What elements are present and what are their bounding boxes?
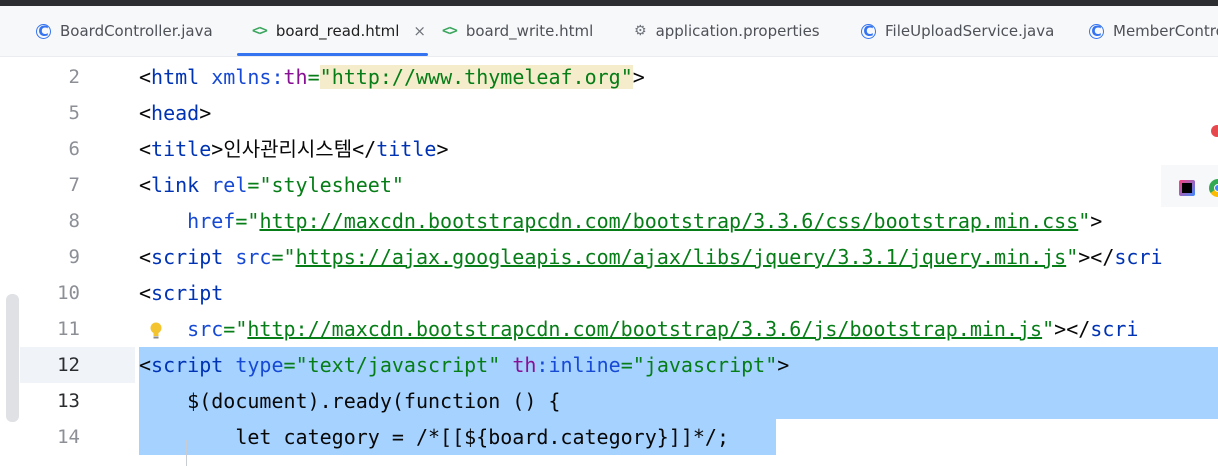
editor-tab-bar: C BoardController.java <> board_read.htm…	[0, 6, 1218, 57]
tab-label: FileUploadService.java	[885, 22, 1055, 40]
line-number: 13	[57, 390, 80, 412]
tab-label: board_read.html	[275, 22, 400, 40]
code-line-selected[interactable]: 14 let category = /*[[${board.category}]…	[0, 419, 1218, 455]
html-icon: <>	[252, 23, 268, 39]
code-text: let category = /*[[${board.category}]]*/…	[139, 425, 730, 449]
tab-label: board_write.html	[465, 22, 594, 40]
code-text: <title>인사관리시스템</title>	[139, 137, 449, 161]
indent-guide	[186, 440, 187, 466]
intellij-icon[interactable]	[1179, 180, 1195, 196]
tab-member-controller[interactable]: C MemberContro	[1089, 6, 1218, 56]
code-text: <html xmlns:th="http://www.thymeleaf.org…	[139, 65, 645, 89]
tab-label: application.properties	[655, 22, 820, 40]
line-number: 9	[68, 246, 80, 268]
line-number: 6	[68, 138, 80, 160]
java-class-icon: C	[861, 23, 876, 39]
chrome-icon[interactable]	[1209, 179, 1218, 197]
tab-board-read[interactable]: <> board_read.html ×	[252, 6, 426, 56]
code-line[interactable]: 11 src="http://maxcdn.bootstrapcdn.com/b…	[0, 311, 1218, 347]
code-line[interactable]: 9 <script src="https://ajax.googleapis.c…	[0, 239, 1218, 275]
code-text: <head>	[139, 101, 212, 125]
java-class-icon: C	[36, 23, 51, 39]
html-icon: <>	[442, 23, 458, 39]
code-line[interactable]: 8 href="http://maxcdn.bootstrapcdn.com/b…	[0, 203, 1218, 239]
line-number: 5	[68, 102, 80, 124]
line-number: 8	[68, 210, 80, 232]
lightbulb-icon[interactable]	[149, 322, 163, 340]
code-line-selected[interactable]: 13 $(document).ready(function () {	[0, 383, 1218, 419]
line-number: 11	[57, 318, 80, 340]
line-number: 14	[57, 426, 80, 448]
tab-application-properties[interactable]: ⚙ application.properties	[634, 6, 820, 56]
tab-board-controller[interactable]: C BoardController.java	[36, 6, 213, 56]
code-line[interactable]: 6 <title>인사관리시스템</title>	[0, 131, 1218, 167]
code-text: href="http://maxcdn.bootstrapcdn.com/boo…	[187, 209, 1103, 233]
code-line[interactable]: 2 <html xmlns:th="http://www.thymeleaf.o…	[0, 59, 1218, 95]
tab-file-upload-service[interactable]: C FileUploadService.java	[861, 6, 1054, 56]
code-text: <script type="text/javascript" th:inline…	[139, 353, 790, 377]
line-number: 7	[68, 174, 80, 196]
java-class-icon: C	[1089, 23, 1104, 39]
code-text: <script	[139, 281, 224, 305]
line-number: 12	[57, 354, 80, 376]
error-indicator-icon[interactable]	[1211, 125, 1218, 137]
tab-board-write[interactable]: <> board_write.html	[442, 6, 593, 56]
code-text: $(document).ready(function () {	[139, 389, 561, 413]
gear-icon: ⚙	[634, 23, 647, 39]
active-tab-indicator	[237, 53, 428, 56]
line-number: 10	[57, 282, 80, 304]
code-line[interactable]: 10 <script	[0, 275, 1218, 311]
code-text: src="http://maxcdn.bootstrapcdn.com/boot…	[187, 317, 1139, 341]
code-line-selected[interactable]: 12 <script type="text/javascript" th:inl…	[0, 347, 1218, 383]
code-line[interactable]: 7 <link rel="stylesheet"	[0, 167, 1218, 203]
browser-preview-toolbar	[1161, 165, 1218, 207]
tab-label: BoardController.java	[60, 22, 213, 40]
tab-label: MemberContro	[1113, 22, 1218, 40]
code-line[interactable]: 5 <head>	[0, 95, 1218, 131]
line-number: 2	[68, 66, 80, 88]
code-text: <link rel="stylesheet"	[139, 173, 404, 197]
code-text: <script src="https://ajax.googleapis.com…	[139, 245, 1163, 269]
code-editor[interactable]: 2 <html xmlns:th="http://www.thymeleaf.o…	[0, 57, 1218, 466]
close-icon[interactable]: ×	[413, 22, 426, 40]
